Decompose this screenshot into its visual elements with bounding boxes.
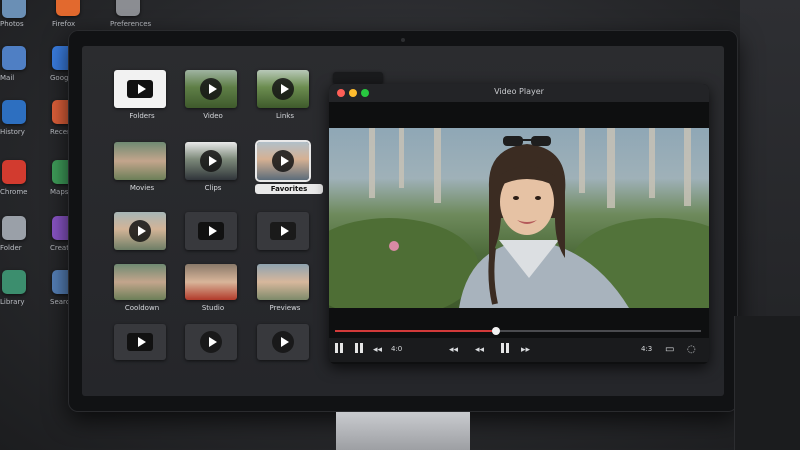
gallery-label: Cooldown bbox=[124, 304, 160, 312]
pause-alt-button[interactable] bbox=[355, 343, 363, 358]
desktop-icon-label: Folder bbox=[0, 244, 22, 252]
forward-icon[interactable]: ▸▸ bbox=[521, 343, 530, 357]
play-icon[interactable] bbox=[272, 150, 294, 172]
aspect-ratio-label[interactable]: 4:3 bbox=[641, 345, 652, 353]
gallery-label: Studio bbox=[201, 304, 225, 312]
gallery-thumbnail[interactable] bbox=[257, 70, 309, 108]
progress-fill bbox=[335, 330, 497, 332]
gallery-thumbnail[interactable] bbox=[114, 212, 166, 250]
rewind-icon[interactable]: ◂◂ bbox=[373, 343, 382, 357]
progress-handle[interactable] bbox=[492, 327, 501, 335]
folder-icon[interactable] bbox=[2, 216, 26, 240]
gallery-label: Favorites bbox=[255, 184, 323, 194]
play-icon[interactable] bbox=[127, 333, 153, 351]
desktop-icon-label: Mail bbox=[0, 74, 15, 82]
history-icon[interactable] bbox=[2, 100, 26, 124]
gallery-label: Movies bbox=[129, 184, 155, 192]
gallery-thumbnail[interactable] bbox=[185, 264, 237, 300]
play-icon[interactable] bbox=[129, 220, 151, 242]
progress-bar[interactable] bbox=[335, 327, 701, 335]
time-display: 4:0 bbox=[391, 345, 403, 353]
desktop-top-icons: Photos Firefox Preferences bbox=[0, 0, 800, 30]
video-scene bbox=[329, 128, 709, 308]
gallery-thumbnail[interactable] bbox=[257, 324, 309, 360]
play-icon[interactable] bbox=[127, 80, 153, 98]
gallery-thumbnail[interactable] bbox=[185, 70, 237, 108]
window-title: Video Player bbox=[494, 87, 544, 96]
desktop-icon-label: Preferences bbox=[110, 20, 152, 28]
desktop-icon-label: Maps bbox=[50, 188, 69, 196]
gallery-thumbnail-partial bbox=[333, 72, 383, 84]
desktop-icon-label: Library bbox=[0, 298, 25, 306]
gallery-thumbnail[interactable] bbox=[114, 70, 166, 108]
play-icon[interactable] bbox=[200, 150, 222, 172]
play-icon[interactable] bbox=[272, 331, 294, 353]
play-icon[interactable] bbox=[272, 78, 294, 100]
gallery-label: Clips bbox=[204, 184, 222, 192]
gallery-thumbnail[interactable] bbox=[114, 324, 166, 360]
gallery-label: Folders bbox=[129, 112, 155, 120]
gallery-thumbnail[interactable] bbox=[257, 264, 309, 300]
gallery-thumbnail[interactable] bbox=[185, 324, 237, 360]
play-icon[interactable] bbox=[270, 222, 296, 240]
desktop-icon-label: Chrome bbox=[0, 188, 28, 196]
webcam bbox=[401, 38, 405, 42]
pause-button[interactable] bbox=[335, 343, 343, 358]
gallery-thumbnail[interactable] bbox=[114, 142, 166, 180]
gallery-thumbnail[interactable] bbox=[257, 212, 309, 250]
gallery-thumbnail[interactable] bbox=[185, 142, 237, 180]
play-icon[interactable] bbox=[200, 78, 222, 100]
play-icon[interactable] bbox=[200, 331, 222, 353]
gallery-label: Video bbox=[203, 112, 223, 120]
chrome-icon[interactable] bbox=[2, 160, 26, 184]
gallery-thumbnail[interactable] bbox=[185, 212, 237, 250]
monitor-stand bbox=[336, 412, 470, 450]
speaker bbox=[734, 316, 800, 450]
gallery-thumbnail[interactable] bbox=[114, 264, 166, 300]
player-controls: ◂◂ 4:0 ◂◂ ◂◂ ▸▸ 4:3 ▭ ◌ bbox=[329, 338, 709, 362]
fullscreen-icon[interactable]: ◌ bbox=[687, 343, 696, 357]
library-icon[interactable] bbox=[2, 270, 26, 294]
gallery-label: Links bbox=[276, 112, 294, 120]
desktop-icon-label: History bbox=[0, 128, 25, 136]
gallery-thumbnail[interactable] bbox=[257, 142, 309, 180]
background-cabinet bbox=[740, 0, 800, 316]
play-icon[interactable] bbox=[198, 222, 224, 240]
mail-icon[interactable] bbox=[2, 46, 26, 70]
skip-back-icon[interactable]: ◂◂ bbox=[449, 343, 458, 357]
video-player-window[interactable]: Video Player ◂◂ 4:0 ◂◂ ◂◂ ▸▸ 4:3 ▭ ◌ bbox=[329, 84, 709, 364]
player-titlebar[interactable]: Video Player bbox=[329, 84, 709, 102]
window-mode-icon[interactable]: ▭ bbox=[665, 343, 674, 357]
gallery-label: Previews bbox=[269, 304, 301, 312]
step-back-icon[interactable]: ◂◂ bbox=[475, 343, 484, 357]
gear-icon[interactable] bbox=[116, 0, 140, 16]
play-pause-button[interactable] bbox=[501, 343, 509, 358]
video-frame[interactable] bbox=[329, 128, 709, 308]
